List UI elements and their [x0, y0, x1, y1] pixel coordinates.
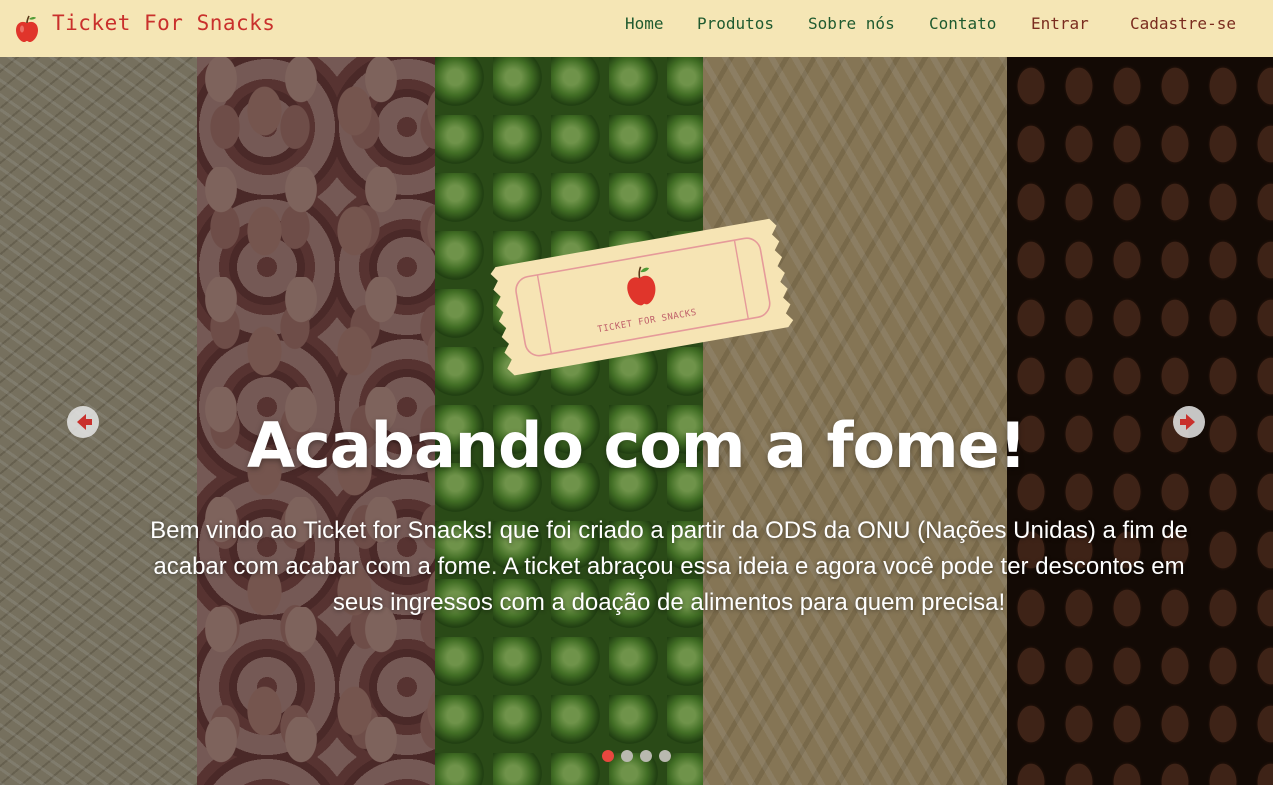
arrow-left-icon	[77, 414, 92, 430]
prev-slide-button[interactable]	[67, 406, 99, 438]
navbar: Ticket For Snacks Home Produtos Sobre nó…	[0, 0, 1273, 57]
ticket-logo: TICKET FOR SNACKS	[490, 218, 794, 376]
nav-link-home[interactable]: Home	[625, 14, 664, 33]
brand-name: Ticket For Snacks	[52, 10, 276, 35]
nav-link-cadastre[interactable]: Cadastre-se	[1130, 14, 1236, 33]
indicator-dot-1[interactable]	[602, 750, 614, 762]
indicator-dot-2[interactable]	[621, 750, 633, 762]
nav-link-sobre[interactable]: Sobre nós	[808, 14, 895, 33]
indicator-dot-4[interactable]	[659, 750, 671, 762]
brand-logo-link[interactable]: Ticket For Snacks	[14, 11, 275, 43]
indicator-dot-3[interactable]	[640, 750, 652, 762]
nav-link-contato[interactable]: Contato	[929, 14, 996, 33]
hero-carousel: TICKET FOR SNACKS Acabando com a fome! B…	[0, 57, 1273, 785]
hero-title: Acabando com a fome!	[247, 409, 1027, 482]
arrow-right-icon	[1180, 414, 1195, 430]
next-slide-button[interactable]	[1173, 406, 1205, 438]
nav-link-entrar[interactable]: Entrar	[1031, 14, 1089, 33]
nav-link-produtos[interactable]: Produtos	[697, 14, 774, 33]
apple-icon	[16, 15, 38, 42]
carousel-indicators	[602, 750, 678, 762]
hero-description: Bem vindo ao Ticket for Snacks! que foi …	[150, 517, 1188, 616]
